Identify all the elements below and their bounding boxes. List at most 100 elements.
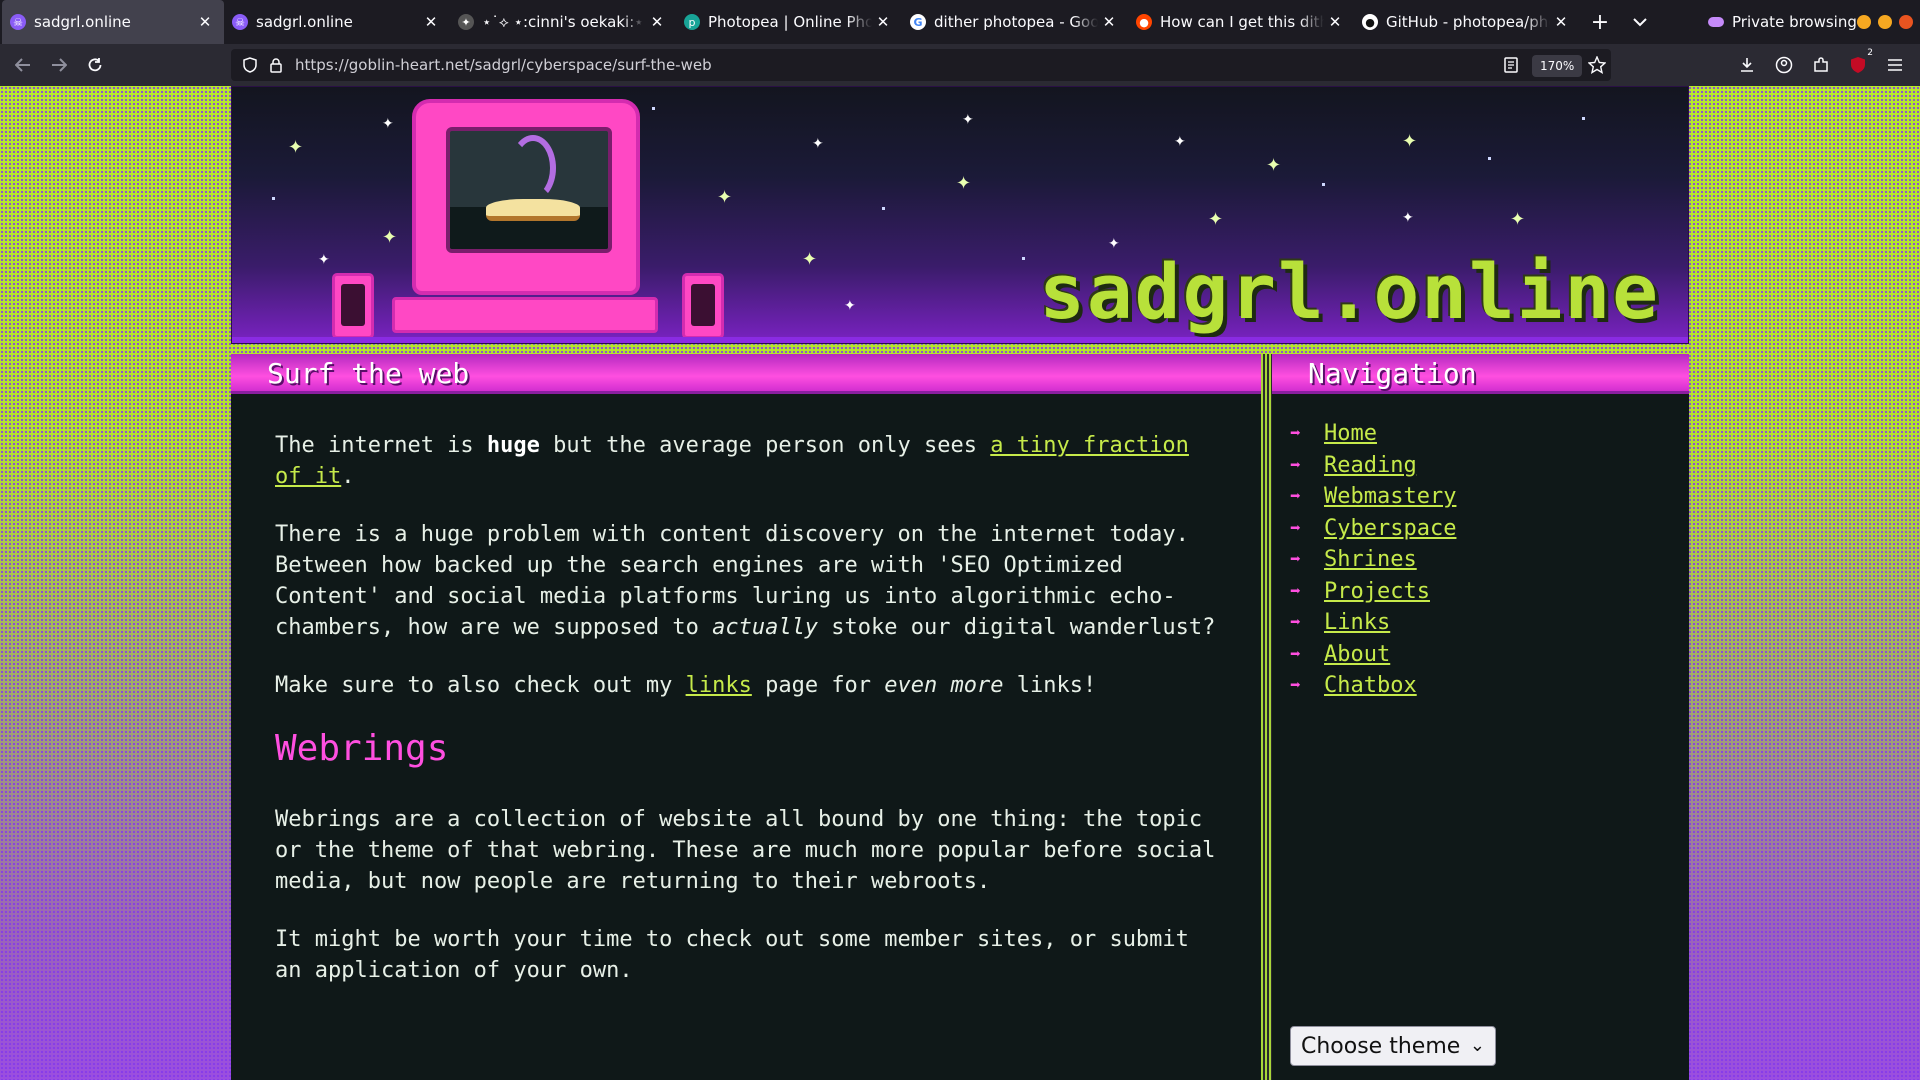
close-window-button[interactable] (1899, 15, 1913, 29)
sparkle-icon: ✦ (458, 14, 474, 30)
webrings-heading: Webrings (275, 728, 449, 769)
nav-item-home: ➡ Home (1290, 418, 1456, 450)
member-sites-paragraph: It might be worth your time to check out… (275, 927, 1189, 983)
nav-link-chatbox[interactable]: Chatbox (1324, 673, 1417, 698)
tab-google-search[interactable]: G dither photopea - Google ✕ (902, 0, 1128, 44)
tab-sadgrl-1[interactable]: ☠ sadgrl.online ✕ (2, 0, 224, 44)
tab-title: sadgrl.online (256, 13, 353, 31)
arrow-right-icon: ➡ (1290, 423, 1301, 445)
sparkle-icon: ✦ (717, 187, 733, 208)
list-all-tabs-button[interactable] (1620, 0, 1660, 44)
site-container: ✦ ✦ ✦ ✦ ✦ ✦ ✦ ✦ ✦ ✦ ✦ ✦ ✦ ✦ ✦ ✦ ✦ sadgrl… (231, 86, 1689, 1080)
tab-cinni-oekaki[interactable]: ✦ ⋆˙⟡ ⋆:cinni's oekaki:⋆˙⟡ ✕ (450, 0, 676, 44)
skull-icon: ☠ (232, 14, 248, 30)
sparkle-icon: ✦ (382, 227, 398, 248)
private-browsing-indicator: Private browsing (1708, 0, 1857, 44)
arrow-right-icon: ➡ (1290, 675, 1301, 697)
close-icon[interactable]: ✕ (194, 13, 216, 31)
star-dot (1488, 157, 1491, 160)
nav-link-shrines[interactable]: Shrines (1324, 547, 1417, 572)
close-icon[interactable]: ✕ (420, 13, 442, 31)
main-content-panel: Surf the web The internet is huge but th… (231, 354, 1261, 1080)
nav-item-links: ➡ Links (1290, 607, 1456, 639)
article-body: The internet is huge but the average per… (275, 430, 1225, 1013)
close-icon[interactable]: ✕ (646, 13, 668, 31)
ublock-button[interactable]: 2 (1845, 48, 1873, 78)
back-button[interactable] (10, 52, 36, 78)
tab-photopea[interactable]: p Photopea | Online Photo ✕ (676, 0, 902, 44)
nav-link-projects[interactable]: Projects (1324, 579, 1430, 604)
nav-link-reading[interactable]: Reading (1324, 453, 1417, 478)
minimize-button[interactable] (1857, 15, 1871, 29)
arrow-right-icon: ➡ (1290, 643, 1301, 665)
site-header-banner: ✦ ✦ ✦ ✦ ✦ ✦ ✦ ✦ ✦ ✦ ✦ ✦ ✦ ✦ ✦ ✦ ✦ sadgrl… (231, 86, 1689, 344)
nav-link-cyberspace[interactable]: Cyberspace (1324, 516, 1456, 541)
nav-item-cyberspace: ➡ Cyberspace (1290, 513, 1456, 545)
tab-title: sadgrl.online (34, 13, 131, 31)
maximize-button[interactable] (1878, 15, 1892, 29)
nav-item-reading: ➡ Reading (1290, 450, 1456, 482)
sparkle-icon: ✦ (1402, 210, 1414, 226)
intro-paragraph: The internet is huge but the average per… (275, 433, 1189, 489)
reader-view-button[interactable] (1498, 52, 1524, 78)
close-icon[interactable]: ✕ (1550, 13, 1572, 31)
computer-monitor-illustration (412, 99, 640, 295)
star-dot (652, 107, 655, 110)
nav-item-shrines: ➡ Shrines (1290, 544, 1456, 576)
extensions-button[interactable] (1808, 52, 1834, 78)
account-button[interactable] (1771, 52, 1797, 78)
arrow-right-icon: ➡ (1290, 612, 1301, 634)
close-icon[interactable]: ✕ (1324, 13, 1346, 31)
nav-link-webmastery[interactable]: Webmastery (1324, 484, 1456, 509)
sparkle-icon: ✦ (1510, 209, 1526, 230)
close-icon[interactable]: ✕ (872, 13, 894, 31)
monitor-screen (446, 127, 612, 253)
app-menu-button[interactable] (1882, 52, 1908, 78)
tab-sadgrl-2[interactable]: ☠ sadgrl.online ✕ (224, 0, 450, 44)
theme-select[interactable]: Choose theme ⌄ (1290, 1026, 1496, 1066)
reload-button[interactable] (82, 52, 108, 78)
nav-link-links[interactable]: Links (1324, 610, 1390, 635)
reload-icon (88, 58, 102, 72)
downloads-button[interactable] (1734, 52, 1760, 78)
sparkle-icon: ✦ (1402, 131, 1418, 152)
tab-reddit[interactable]: ● How can I get this dither ✕ (1128, 0, 1354, 44)
bookmark-star-button[interactable] (1584, 52, 1610, 78)
star-dot (882, 207, 885, 210)
magic-swirl-icon (510, 135, 556, 201)
tab-github[interactable]: ● GitHub - photopea/photo ✕ (1354, 0, 1580, 44)
arrow-right-icon (52, 58, 67, 72)
tab-strip: ☠ sadgrl.online ✕ ☠ sadgrl.online ✕ ✦ ⋆˙… (0, 0, 1920, 44)
lock-icon[interactable] (269, 57, 283, 73)
forward-button[interactable] (46, 52, 72, 78)
tab-title: Photopea | Online Photo (708, 13, 872, 31)
links-page-link[interactable]: links (686, 673, 752, 698)
private-mask-icon (1708, 17, 1724, 27)
tab-title: ⋆˙⟡ ⋆:cinni's oekaki:⋆˙⟡ (482, 13, 646, 31)
close-icon[interactable]: ✕ (1098, 13, 1120, 31)
sparkle-icon: ✦ (1174, 134, 1186, 150)
sparkle-icon: ✦ (802, 249, 818, 270)
extension-badge: 2 (1867, 48, 1873, 58)
puzzle-icon (1814, 57, 1828, 72)
address-bar[interactable]: https://goblin-heart.net/sadgrl/cyberspa… (231, 49, 1611, 81)
google-icon: G (910, 14, 926, 30)
url-text[interactable]: https://goblin-heart.net/sadgrl/cyberspa… (295, 56, 712, 74)
arrow-right-icon: ➡ (1290, 549, 1301, 571)
arrow-right-icon: ➡ (1290, 517, 1301, 539)
shield-icon[interactable] (243, 57, 257, 73)
skull-icon: ☠ (10, 14, 26, 30)
nav-list: ➡ Home ➡ Reading ➡ Webmastery ➡ Cyberspace ➡… (1290, 418, 1456, 702)
nav-link-home[interactable]: Home (1324, 421, 1377, 446)
panel-divider (1261, 354, 1272, 1080)
sparkle-icon: ✦ (956, 173, 972, 194)
zoom-level-button[interactable]: 170% (1532, 55, 1583, 77)
new-tab-button[interactable]: + (1580, 0, 1620, 44)
sparkle-icon: ✦ (812, 136, 824, 152)
sparkle-icon: ✦ (1266, 155, 1282, 176)
site-logo[interactable]: sadgrl.online (1039, 247, 1660, 336)
star-dot (272, 197, 275, 200)
nav-link-about[interactable]: About (1324, 642, 1390, 667)
theme-select-value: Choose theme (1301, 1033, 1461, 1059)
page-viewport[interactable]: ✦ ✦ ✦ ✦ ✦ ✦ ✦ ✦ ✦ ✦ ✦ ✦ ✦ ✦ ✦ ✦ ✦ sadgrl… (0, 86, 1920, 1080)
